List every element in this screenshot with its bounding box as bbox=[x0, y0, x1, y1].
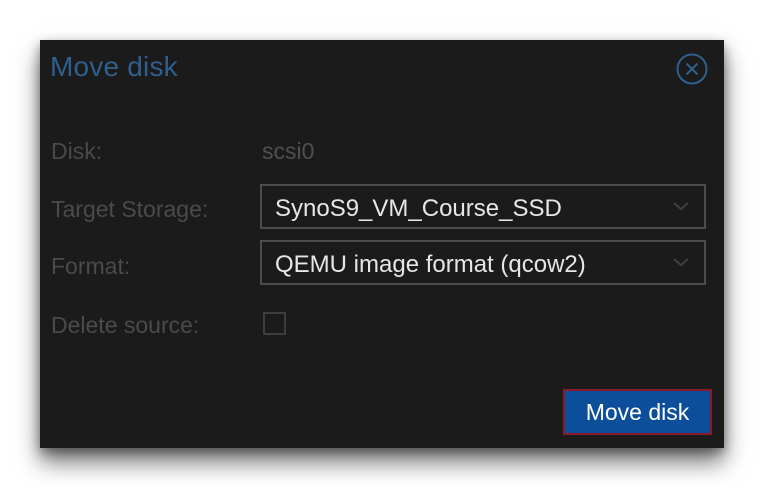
format-select[interactable]: QEMU image format (qcow2) bbox=[260, 240, 706, 285]
target-storage-value: SynoS9_VM_Course_SSD bbox=[275, 195, 562, 222]
delete-source-checkbox[interactable] bbox=[263, 312, 286, 335]
disk-label: Disk: bbox=[51, 138, 103, 164]
chevron-down-icon bbox=[673, 202, 689, 211]
move-disk-button[interactable]: Move disk bbox=[563, 389, 712, 435]
dialog-title: Move disk bbox=[50, 51, 178, 82]
move-disk-dialog: Move disk Disk: scsi0 Target Storage: Sy… bbox=[40, 40, 724, 448]
format-value: QEMU image format (qcow2) bbox=[275, 251, 586, 278]
delete-source-label: Delete source: bbox=[51, 312, 200, 338]
disk-value: scsi0 bbox=[262, 138, 315, 164]
close-circle-icon bbox=[676, 53, 708, 85]
chevron-down-icon bbox=[673, 258, 689, 267]
target-storage-label: Target Storage: bbox=[51, 196, 209, 222]
target-storage-select[interactable]: SynoS9_VM_Course_SSD bbox=[260, 184, 706, 229]
format-label: Format: bbox=[51, 253, 131, 279]
close-button[interactable] bbox=[676, 53, 708, 85]
